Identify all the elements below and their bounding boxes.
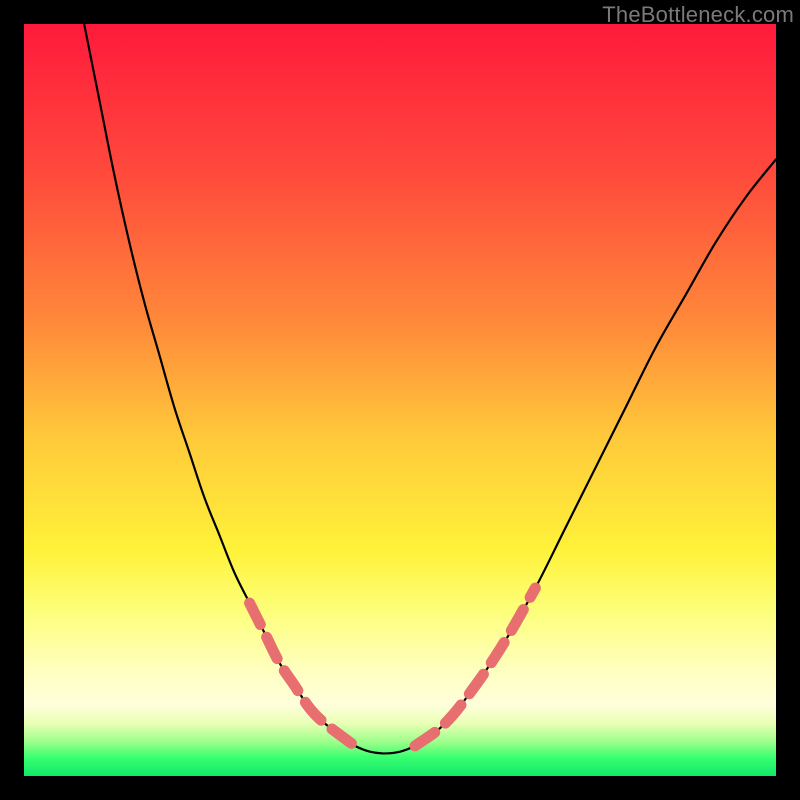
bottleneck-plot	[24, 24, 776, 776]
chart-frame	[24, 24, 776, 776]
gradient-background	[24, 24, 776, 776]
watermark-text: TheBottleneck.com	[602, 2, 794, 28]
